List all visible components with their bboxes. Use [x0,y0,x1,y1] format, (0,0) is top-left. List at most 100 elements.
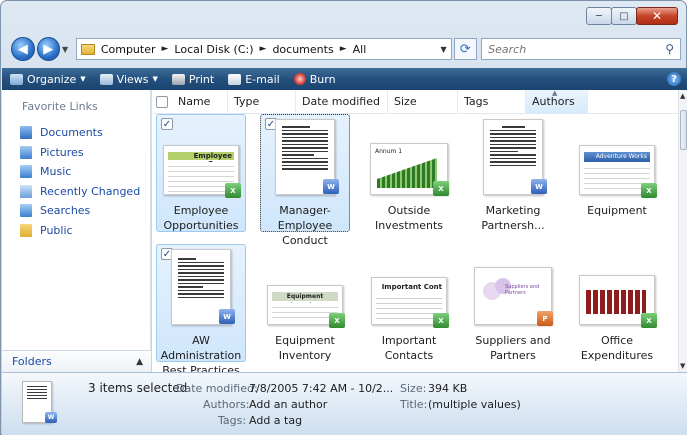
minimize-button[interactable]: ─ [586,7,612,25]
tags-value[interactable]: Add a tag [249,414,302,427]
sidebar-item-label: Pictures [40,145,84,159]
favorite-links-heading: Favorite Links [22,100,98,113]
breadcrumb-documents[interactable]: documents [272,43,333,56]
file-label: Suppliers and Partners [475,334,551,362]
back-arrow-icon: ◀ [17,41,28,57]
sidebar-item-label: Documents [40,126,103,140]
breadcrumb-separator-icon[interactable]: ► [340,44,347,54]
column-header-name[interactable]: Name [172,90,228,114]
column-header-authors[interactable]: ▲ Authors [526,90,588,114]
authors-label: Authors: [203,398,250,411]
sidebar-item-recently-changed[interactable]: Recently Changed [2,182,150,202]
file-label: Marketing Partnersh... [481,204,545,232]
file-label: Office Expenditures [580,334,654,362]
file-item-suppliers-and-partners[interactable]: Suppliers and Partners P Suppliers and P… [468,244,558,362]
thumbnail-title: Equipment Inventor [272,292,338,309]
refresh-icon: ⟳ [459,41,471,57]
organize-label: Organize [27,72,77,86]
file-item-employee-opportunities[interactable]: ✓ Employee Oppor X Employee Opportunitie… [156,114,246,232]
address-dropdown-icon[interactable]: ▼ [440,45,446,54]
scroll-up-icon[interactable]: ▲ [680,92,685,100]
thumbnail-title: Important Cont [381,283,442,291]
sidebar-item-documents[interactable]: Documents [2,123,150,143]
column-header-date-modified[interactable]: Date modified [296,90,388,114]
sidebar-item-public[interactable]: Public [2,221,150,241]
word-file-icon: W [219,309,235,324]
back-button[interactable]: ◀ [11,37,35,61]
word-file-icon: W [45,412,57,423]
column-header-type[interactable]: Type [228,90,296,114]
organize-button[interactable]: Organize ▼ [10,73,86,86]
vertical-scrollbar[interactable]: ▲ ▼ [678,90,687,372]
refresh-button[interactable]: ⟳ [453,38,478,60]
file-item-marketing-partnership[interactable]: W Marketing Partnersh... [468,114,558,232]
word-file-icon: W [323,179,339,194]
file-label: Important Contacts [381,334,437,362]
file-label: Outside Investments [374,204,444,232]
excel-file-icon: X [433,181,449,196]
recently-changed-icon [20,184,32,198]
help-icon: ? [671,73,677,85]
print-button[interactable]: Print [171,73,214,86]
excel-file-icon: X [433,313,449,328]
public-folder-icon [20,223,32,237]
sidebar-item-pictures[interactable]: Pictures [2,143,150,163]
search-box[interactable]: ⚲ [481,38,681,60]
size-label: Size: [400,382,427,395]
authors-value[interactable]: Add an author [249,398,327,411]
documents-icon [20,126,32,140]
folder-icon [80,43,95,55]
file-item-manager-employee-conduct[interactable]: ✓ W Manager-Employee Conduct [260,114,350,247]
tags-label: Tags: [218,414,247,427]
sidebar-item-music[interactable]: Music [2,162,150,182]
file-item-office-expenditures[interactable]: X Office Expenditures [572,244,662,362]
file-item-equipment-inventory[interactable]: Equipment Inventor X Equipment Inventory [260,244,350,362]
sort-ascending-icon: ▲ [552,90,558,97]
breadcrumb-separator-icon[interactable]: ► [260,44,267,54]
close-button[interactable]: ✕ [636,7,678,25]
search-icon[interactable]: ⚲ [665,42,674,56]
selection-stack-thumbnail: W [22,381,57,423]
breadcrumb-separator-icon[interactable]: ► [162,44,169,54]
views-button[interactable]: Views ▼ [99,73,158,86]
thumbnail-title: Suppliers and Partners [505,284,540,296]
maximize-button[interactable]: □ [611,7,637,25]
title-value[interactable]: (multiple values) [428,398,521,411]
column-header-size[interactable]: Size [388,90,458,114]
forward-button[interactable]: ▶ [36,37,61,61]
breadcrumb-computer[interactable]: Computer [101,43,156,56]
file-item-equipment[interactable]: Adventure Works X Equipment [572,114,662,232]
help-button[interactable]: ? [667,72,681,86]
file-item-important-contacts[interactable]: Important Cont X Important Contacts [364,244,454,362]
date-modified-value: 7/8/2005 7:42 AM - 10/2... [249,382,394,395]
burn-button[interactable]: Burn [293,72,336,86]
caption-buttons: ─ □ ✕ [586,7,678,25]
file-label: Employee Opportunities [163,204,239,232]
title-label: Title: [400,398,428,411]
email-button[interactable]: E-mail [228,73,280,86]
scrollbar-thumb[interactable] [680,110,687,150]
folders-toggle[interactable]: Folders ▲ [2,350,151,372]
file-item-aw-administration[interactable]: ✓ W AW Administration Best Practices [156,244,246,372]
breadcrumb-all[interactable]: All [353,43,367,56]
scroll-down-icon[interactable]: ▼ [680,362,685,370]
column-header-tags[interactable]: Tags [458,90,526,114]
envelope-icon [228,73,242,85]
excel-file-icon: X [641,313,657,328]
file-label: Equipment [587,204,647,217]
column-header-authors-label: Authors [532,95,575,108]
file-item-outside-investments[interactable]: Annum 1 X Outside Investments [364,114,454,232]
select-all-checkbox[interactable] [156,95,168,108]
select-all-column[interactable] [152,90,172,114]
sidebar-item-searches[interactable]: Searches [2,201,150,221]
burn-label: Burn [309,72,336,86]
search-input[interactable] [488,42,659,56]
chevron-up-icon: ▲ [136,356,143,367]
item-checkbox[interactable]: ✓ [161,118,173,130]
recent-pages-dropdown[interactable]: ▼ [62,45,72,54]
address-bar[interactable]: Computer ► Local Disk (C:) ► documents ►… [75,38,452,60]
file-grid: ✓ Employee Oppor X Employee Opportunitie… [152,114,678,372]
breadcrumb-local-disk[interactable]: Local Disk (C:) [174,43,253,56]
chevron-down-icon: ▼ [80,75,86,83]
powerpoint-file-icon: P [537,311,553,326]
